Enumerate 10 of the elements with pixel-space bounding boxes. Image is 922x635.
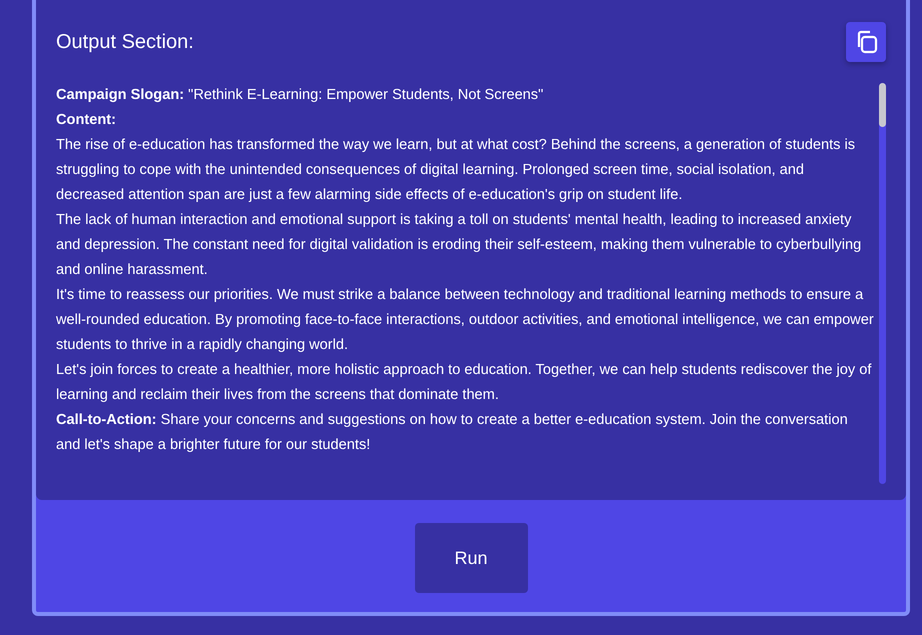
output-paragraph: Let's join forces to create a healthier, more holistic approach to education. Together, we can help students rediscover the joy of learning and reclaim their lives from the screens that dominate them. — [56, 361, 872, 405]
output-paragraph: The rise of e-education has transformed the way we learn, but at what cost? Behind the screens, a generation of students is struggling to cope with the unintended consequences of digital learning. Prolonged screen time, social isolation, and decreased attention span are just a few alarming side effects of e-education's grip on student life. — [56, 136, 856, 205]
output-paragraph: Call-to-Action: Share your concerns and suggestions on how to create a better e-education system. Join the conversation and let's shape a brighter future for our students! — [56, 411, 849, 455]
output-paragraph: The lack of human interaction and emotional support is taking a toll on students' mental health, leading to increased anxiety and depression. The constant need for digital validation is eroding their self-esteem, making them vulnerable to cyberbullying and online harassment. — [56, 211, 862, 280]
output-paragraph: It's time to reassess our priorities. We must strike a balance between technology and traditional learning methods to ensure a well-rounded education. By promoting face-to-face interactions, outdoor activities, and emotional intelligence, we can empower students to thrive in a rapidly changing world. — [56, 286, 875, 355]
section-title: Output Section: — [56, 30, 194, 54]
run-button[interactable]: Run — [414, 523, 528, 593]
output-paragraph: Campaign Slogan: "Rethink E-Learning: Empower Students, Not Screens" — [56, 86, 544, 105]
output-paragraph: Content: — [56, 111, 117, 130]
copy-button[interactable] — [846, 22, 886, 62]
